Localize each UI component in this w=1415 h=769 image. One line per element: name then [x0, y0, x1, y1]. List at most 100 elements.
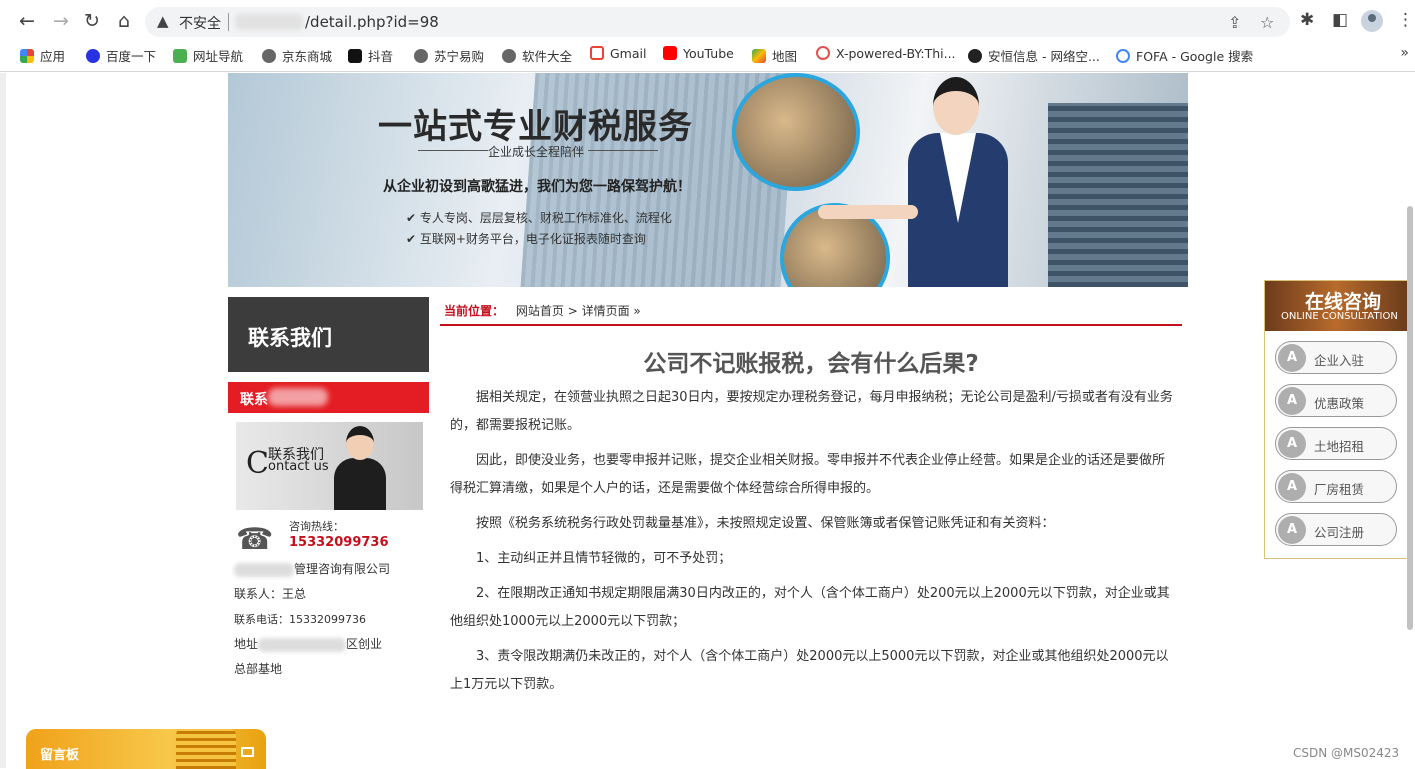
address-line-2: 总部基地 [234, 662, 283, 676]
banner-title: 一站式专业财税服务 [378, 107, 693, 147]
contact-red-bar: 联系 [228, 382, 429, 413]
reload-icon[interactable]: ↻ [80, 9, 104, 33]
banner-check-text: 专人专岗、层层复核、财税工作标准化、流程化 [419, 211, 672, 225]
bookmark-douyin[interactable]: 抖音 [348, 46, 393, 65]
address-separator [228, 13, 229, 31]
hero-banner: 一站式专业财税服务 企业成长全程陪伴 从企业初设到高歌猛进，我们为您一路保驾护航… [228, 73, 1188, 287]
expand-icon[interactable] [241, 747, 254, 757]
extensions-icon[interactable]: ✱ [1300, 10, 1314, 30]
bookmark-fofa[interactable]: FOFA - Google 搜索 [1116, 46, 1253, 65]
bookmark-gmail[interactable]: Gmail [590, 46, 646, 61]
consult-button-factory[interactable]: A 厂房租赁 [1275, 470, 1397, 503]
address-suffix: 区创业 [346, 637, 383, 651]
bookmarks-more-icon[interactable]: » [1400, 45, 1409, 61]
banner-subtitle: 企业成长全程陪伴 [488, 145, 585, 159]
consult-button-enterprise[interactable]: A 企业入驻 [1275, 341, 1397, 374]
bookmark-baidu[interactable]: 百度一下 [86, 46, 156, 65]
banner-slogan: 从企业初设到高歌猛进，我们为您一路保驾护航！ [383, 179, 691, 195]
home-icon[interactable]: ⌂ [112, 9, 136, 33]
address-line: 地址 区创业 [234, 632, 382, 657]
contact-heading: 联系我们 [228, 297, 429, 372]
redacted-text [258, 637, 347, 652]
nav-site-icon [173, 49, 187, 63]
bookmark-youtube[interactable]: YouTube [663, 46, 734, 61]
online-consult-panel: 在线咨询 ONLINE CONSULTATION A 企业入驻 A 优惠政策 A 土地… [1264, 280, 1408, 559]
contact-image-en: ontact us [268, 459, 329, 474]
contact-red-label: 联系 [240, 392, 268, 408]
banner-check-text: 互联网+财务平台，电子化证报表随时查询 [419, 232, 646, 246]
star-icon[interactable]: ☆ [1260, 13, 1274, 32]
logo-icon: A [1278, 344, 1306, 372]
message-board-label: 留言板 [40, 748, 80, 763]
bookmark-software[interactable]: 软件大全 [502, 46, 572, 65]
address-prefix: 地址 [234, 637, 259, 651]
consult-button-register[interactable]: A 公司注册 [1275, 513, 1397, 546]
agent-suit [334, 458, 386, 510]
bookmark-label: 安恒信息 - 网络空... [988, 49, 1100, 64]
contact-person: 联系人：王总 [234, 587, 307, 601]
banner-divider [588, 150, 658, 151]
breadcrumb-separator: > [567, 304, 578, 318]
insecure-label: 不安全 [179, 16, 221, 32]
article-paragraph: 按照《税务系统税务行政处罚裁量基准》，未按照规定设置、保管账簿或者保管记账凭证和… [476, 516, 1055, 531]
scrollbar[interactable] [1407, 206, 1413, 630]
hotline-number: 15332099736 [289, 535, 389, 550]
building-graphic-right [1048, 103, 1188, 287]
bookmark-anheng[interactable]: 安恒信息 - 网络空... [968, 46, 1100, 65]
office-photo-circle [732, 73, 860, 191]
sidepanel-icon[interactable]: ◧ [1332, 10, 1348, 30]
xpowered-icon [816, 46, 830, 60]
menu-icon[interactable]: ⋮ [1397, 10, 1414, 30]
consult-title: 在线咨询 [1305, 291, 1382, 313]
telephone-icon: ☎ [236, 522, 274, 557]
model-head [933, 77, 979, 135]
company-name-text: 管理咨询有限公司 [294, 562, 391, 576]
banner-divider [418, 150, 488, 151]
maps-icon [752, 49, 766, 63]
bookmark-label: 苏宁易购 [434, 49, 485, 64]
globe-icon [262, 49, 276, 63]
banner-model-image [818, 77, 1018, 287]
gmail-icon [590, 46, 604, 60]
breadcrumb-home[interactable]: 网站首页 [516, 304, 564, 318]
company-name: 管理咨询有限公司 [234, 557, 390, 582]
model-hand [818, 205, 918, 219]
bookmark-maps[interactable]: 地图 [752, 46, 797, 65]
breadcrumb-current[interactable]: 详情页面 [582, 304, 630, 318]
consult-button-policy[interactable]: A 优惠政策 [1275, 384, 1397, 417]
bookmark-suning[interactable]: 苏宁易购 [414, 46, 484, 65]
profile-avatar[interactable] [1361, 10, 1383, 32]
redacted-text [234, 562, 294, 577]
globe-icon [502, 49, 516, 63]
bookmarks-bar: 应用 百度一下 网址导航 京东商城 抖音 苏宁易购 软件大全 Gmail You… [0, 42, 1415, 66]
back-icon[interactable]: ← [15, 9, 39, 33]
bookmark-jd[interactable]: 京东商城 [262, 46, 332, 65]
consult-button-label: 优惠政策 [1314, 396, 1365, 411]
article-paragraph: 3、责令限改期满仍未改正的，对个人（含个体工商户）处2000元以上5000元以下… [450, 649, 1169, 692]
bookmark-xpowered[interactable]: X-powered-BY:Thi... [816, 46, 956, 61]
banner-check-2: ✔ 互联网+财务平台，电子化证报表随时查询 [406, 230, 646, 247]
banner-check-1: ✔ 专人专岗、层层复核、财税工作标准化、流程化 [406, 209, 672, 226]
bookmark-label: 抖音 [368, 49, 394, 64]
url-text: /detail.php?id=98 [305, 13, 439, 31]
share-icon[interactable]: ⇪ [1228, 13, 1241, 32]
globe-icon [414, 49, 428, 63]
bookmark-apps[interactable]: 应用 [20, 46, 65, 65]
message-board-widget[interactable]: 留言板 [26, 729, 266, 769]
forward-icon[interactable]: → [49, 9, 73, 33]
article-paragraph: 据相关规定，在领营业执照之日起30日内，要按规定办理税务登记，每月申报纳税；无论… [450, 390, 1173, 433]
article-content: 当前位置： 网站首页 > 详情页面 » 公司不记账报税，会有什么后果? 据相关规… [440, 297, 1182, 699]
consult-button-label: 土地招租 [1314, 439, 1365, 454]
page-viewport: 一站式专业财税服务 企业成长全程陪伴 从企业初设到高歌猛进，我们为您一路保驾护航… [0, 73, 1415, 769]
address-bar[interactable]: ▲ 不安全 /detail.php?id=98 ⇪ ☆ [145, 7, 1290, 37]
bookmark-label: FOFA - Google 搜索 [1136, 49, 1254, 64]
check-icon: ✔ [406, 211, 420, 225]
breadcrumb-separator: » [633, 304, 641, 318]
youtube-icon [663, 46, 677, 60]
bookmark-nav[interactable]: 网址导航 [173, 46, 243, 65]
consult-header: 在线咨询 ONLINE CONSULTATION [1265, 281, 1407, 331]
consult-button-land[interactable]: A 土地招租 [1275, 427, 1397, 460]
watermark: CSDN @MS02423 [1293, 746, 1400, 760]
redacted-text [268, 388, 328, 406]
logo-icon: A [1278, 516, 1306, 544]
